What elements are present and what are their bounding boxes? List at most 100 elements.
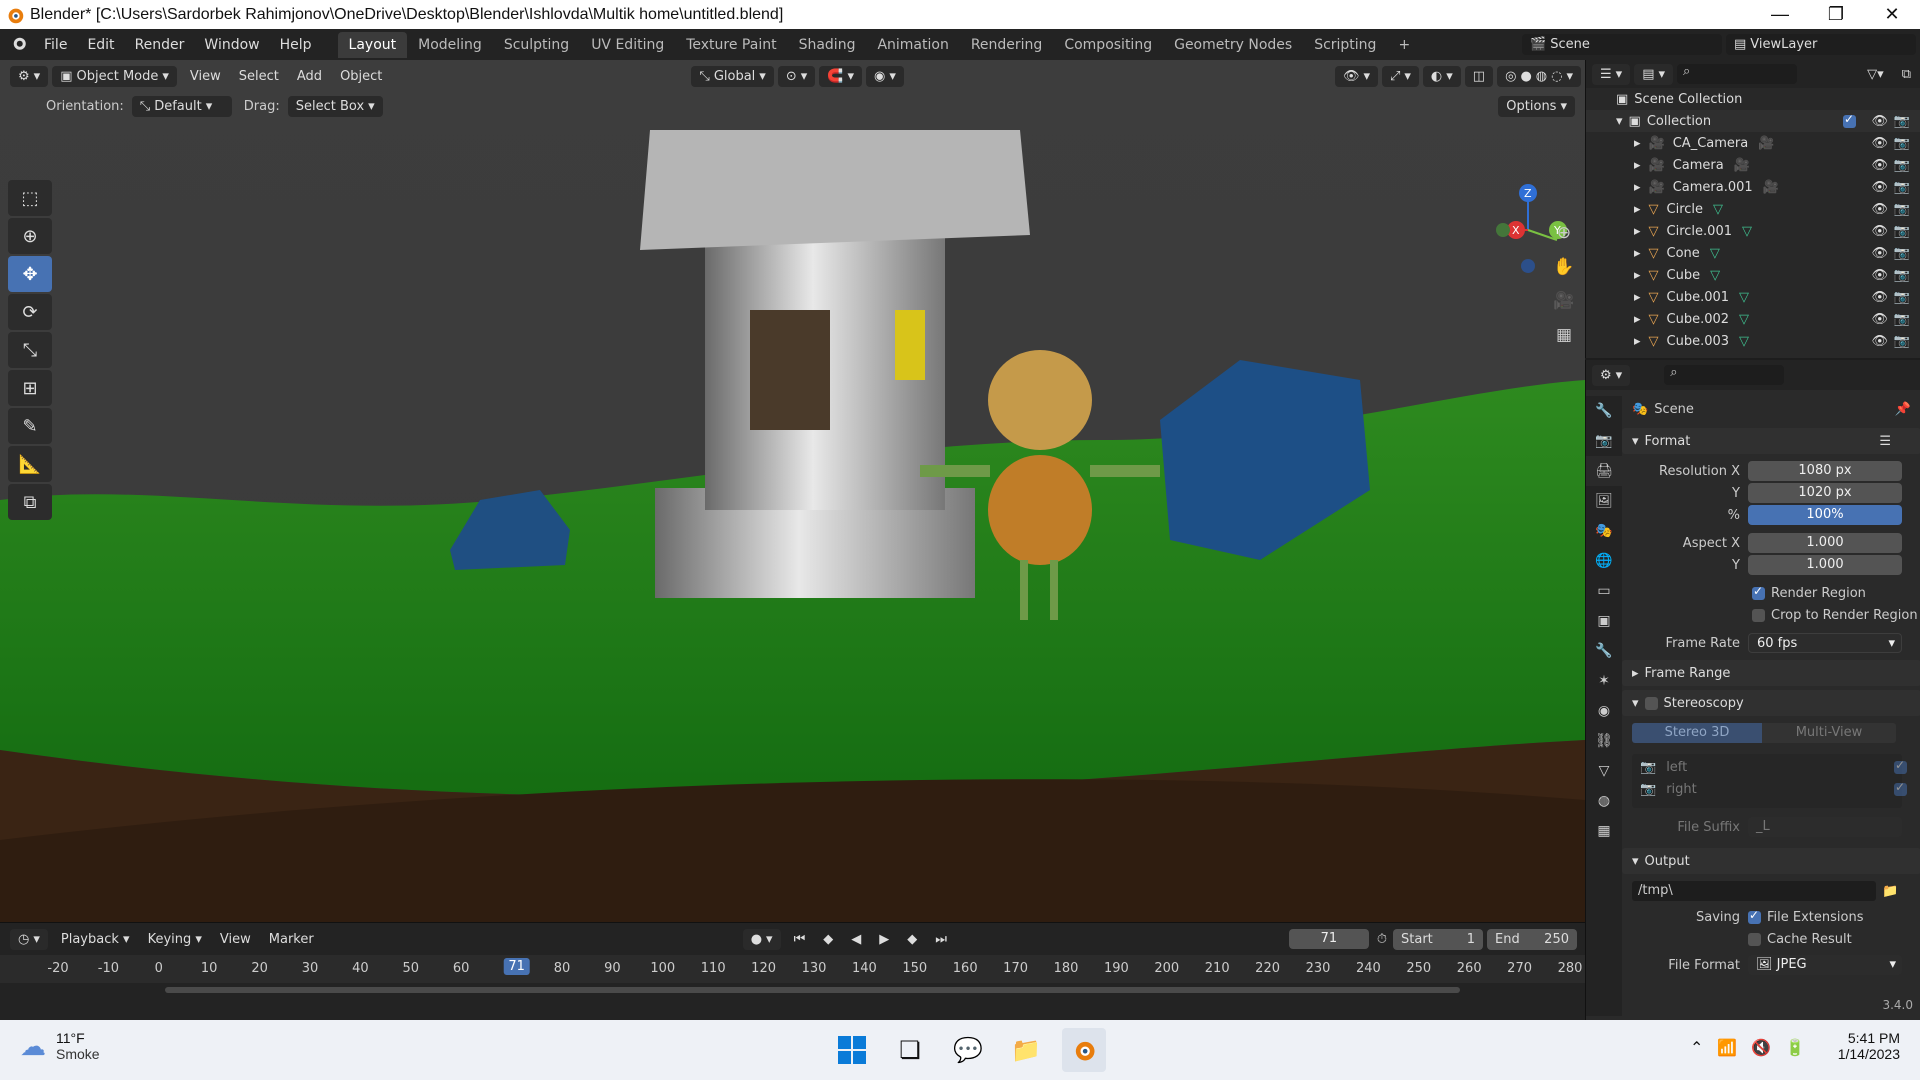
drag-dropdown[interactable]: Select Box ▾ xyxy=(287,95,383,117)
editor-type-button[interactable]: ⚙ ▾ xyxy=(10,65,49,87)
close-button[interactable]: ✕ xyxy=(1864,0,1920,29)
outliner-scene-collection[interactable]: ▣ Scene Collection xyxy=(1586,88,1920,110)
physics-tab-icon[interactable]: ◉ xyxy=(1586,696,1622,726)
view-right-row[interactable]: 📷 right xyxy=(1632,778,1920,800)
workspace-tab-scripting[interactable]: Scripting xyxy=(1303,32,1387,58)
workspace-tab-modeling[interactable]: Modeling xyxy=(407,32,493,58)
expand-chevron-icon[interactable]: ▸ xyxy=(1634,180,1641,195)
proportional-editing-toggle[interactable]: ◉ ▾ xyxy=(865,65,904,87)
file-suffix-field[interactable]: _L xyxy=(1748,817,1902,837)
visibility-eye-icon[interactable]: 👁 xyxy=(1871,334,1888,349)
expand-chevron-icon[interactable]: ▸ xyxy=(1634,334,1641,349)
start-frame-field[interactable]: Start 1 xyxy=(1393,928,1483,950)
add-cube-tool[interactable]: ⧉ xyxy=(8,484,52,520)
render-region-checkbox[interactable] xyxy=(1752,584,1765,600)
timeline-scrollbar[interactable] xyxy=(165,987,1460,993)
xray-toggle[interactable]: ◫ xyxy=(1464,65,1494,87)
expand-chevron-icon[interactable]: ▸ xyxy=(1634,158,1641,173)
timeline-menu-view[interactable]: View xyxy=(211,929,260,950)
cache-result-checkbox[interactable] xyxy=(1748,932,1761,946)
frame-rate-dropdown[interactable]: 60 fps ▾ xyxy=(1748,633,1902,653)
file-format-dropdown[interactable]: 🖼 JPEG ▾ xyxy=(1748,955,1902,975)
prev-keyframe-button[interactable]: ◆ xyxy=(814,929,842,950)
snap-toggle[interactable]: 🧲 ▾ xyxy=(819,65,862,87)
camera-view-button[interactable]: 🎥 xyxy=(1548,286,1580,316)
output-path-field[interactable]: /tmp\ xyxy=(1632,881,1876,901)
viewport-menu-view[interactable]: View xyxy=(181,66,230,87)
pin-icon[interactable]: 📌 xyxy=(1895,402,1911,417)
resolution-x-field[interactable]: 1080 px xyxy=(1748,461,1902,481)
render-camera-icon[interactable]: 📷 xyxy=(1894,290,1910,305)
visibility-eye-icon[interactable]: 👁 xyxy=(1871,224,1888,239)
collection-tab-icon[interactable]: ▭ xyxy=(1586,576,1622,606)
play-reverse-button[interactable]: ◀ xyxy=(842,929,870,950)
outliner-object-row[interactable]: ▸ 🎥 Camera 🎥 👁 📷 xyxy=(1586,154,1920,176)
visibility-eye-icon[interactable]: 👁 xyxy=(1871,290,1888,305)
outliner-object-row[interactable]: ▸ 🎥 Camera.001 🎥 👁 📷 xyxy=(1586,176,1920,198)
outliner-display-mode[interactable]: ▤ ▾ xyxy=(1634,63,1674,85)
data-tab-icon[interactable]: ▽ xyxy=(1586,756,1622,786)
material-tab-icon[interactable]: ◍ xyxy=(1586,786,1622,816)
menu-edit[interactable]: Edit xyxy=(77,37,124,53)
folder-icon[interactable]: 📁 xyxy=(1882,884,1898,899)
menu-file[interactable]: File xyxy=(34,37,77,53)
scene-tab-icon[interactable]: 🎭 xyxy=(1586,516,1622,546)
visibility-dropdown[interactable]: 👁 ▾ xyxy=(1334,65,1378,87)
output-panel-header[interactable]: ▾ Output xyxy=(1622,848,1920,874)
add-workspace-icon[interactable]: + xyxy=(1387,32,1421,58)
new-collection-button[interactable]: ⧉ xyxy=(1893,64,1920,85)
aspect-y-field[interactable]: 1.000 xyxy=(1748,555,1902,575)
aspect-x-field[interactable]: 1.000 xyxy=(1748,533,1902,553)
crop-region-row[interactable]: Crop to Render Region xyxy=(1622,604,1920,626)
world-tab-icon[interactable]: 🌐 xyxy=(1586,546,1622,576)
visibility-eye-icon[interactable]: 👁 xyxy=(1871,246,1888,261)
view-left-row[interactable]: 📷 left xyxy=(1632,756,1920,778)
collection-checkbox[interactable] xyxy=(1843,112,1856,128)
modifier-tab-icon[interactable]: 🔧 xyxy=(1586,636,1622,666)
options-dropdown[interactable]: Options ▾ xyxy=(1498,95,1575,117)
tray-overflow-icon[interactable]: ⌃ xyxy=(1690,1038,1703,1058)
tool-tab-icon[interactable]: 🔧 xyxy=(1586,396,1622,426)
render-camera-icon[interactable]: 📷 xyxy=(1894,334,1910,349)
rotate-tool[interactable]: ⟳ xyxy=(8,294,52,330)
playhead-frame-indicator[interactable]: 71 xyxy=(503,958,530,975)
workspace-tab-texture-paint[interactable]: Texture Paint xyxy=(675,32,787,58)
outliner-object-row[interactable]: ▸ 🎥 CA_Camera 🎥 👁 📷 xyxy=(1586,132,1920,154)
texture-tab-icon[interactable]: ▦ xyxy=(1586,816,1622,846)
stopwatch-icon[interactable]: ⏱ xyxy=(1377,932,1387,947)
weather-widget[interactable]: ☁ 11°F Smoke xyxy=(20,1030,100,1062)
wifi-icon[interactable]: 📶 xyxy=(1717,1038,1737,1058)
viewlayer-selector[interactable]: ▤ ViewLayer xyxy=(1726,34,1916,55)
constraints-tab-icon[interactable]: ⛓ xyxy=(1586,726,1622,756)
expand-chevron-icon[interactable]: ▸ xyxy=(1634,224,1641,239)
timeline-editor-type[interactable]: ◷ ▾ xyxy=(10,928,48,950)
overlay-toggle[interactable]: ◐ ▾ xyxy=(1422,65,1461,87)
visibility-eye-icon[interactable]: 👁 xyxy=(1871,136,1888,151)
play-button[interactable]: ▶ xyxy=(870,929,898,950)
outliner-object-row[interactable]: ▸ ▽ Circle.001 ▽ 👁 📷 xyxy=(1586,220,1920,242)
select-box-tool[interactable]: ⬚ xyxy=(8,180,52,216)
outliner-search[interactable]: ⌕ xyxy=(1677,64,1798,84)
expand-chevron-icon[interactable]: ▸ xyxy=(1634,290,1641,305)
stereoscopy-panel-header[interactable]: ▾ Stereoscopy xyxy=(1622,690,1920,716)
format-panel-header[interactable]: ▾ Format ☰ xyxy=(1622,428,1920,454)
frame-range-panel-header[interactable]: ▸ Frame Range xyxy=(1622,660,1920,686)
viewport-menu-object[interactable]: Object xyxy=(331,66,391,87)
task-view-button[interactable]: ❏ xyxy=(888,1028,932,1072)
menu-help[interactable]: Help xyxy=(270,37,322,53)
render-camera-icon[interactable]: 📷 xyxy=(1894,158,1910,173)
object-mode-dropdown[interactable]: ▣ Object Mode ▾ xyxy=(52,65,177,87)
end-frame-field[interactable]: End 250 xyxy=(1487,928,1577,950)
outliner-object-row[interactable]: ▸ ▽ Cube ▽ 👁 📷 xyxy=(1586,264,1920,286)
orientation-dropdown[interactable]: ⤡ Default ▾ xyxy=(131,95,232,117)
expand-chevron-icon[interactable]: ▸ xyxy=(1634,268,1641,283)
menu-render[interactable]: Render xyxy=(125,37,195,53)
chat-button[interactable]: 💬 xyxy=(946,1028,990,1072)
scene-selector[interactable]: 🎬 Scene xyxy=(1522,34,1722,55)
jump-start-button[interactable]: ⏮ xyxy=(785,929,815,950)
stereo-3d-tab[interactable]: Stereo 3D xyxy=(1632,723,1762,743)
next-keyframe-button[interactable]: ◆ xyxy=(898,929,926,950)
stereoscopy-checkbox[interactable] xyxy=(1644,696,1658,710)
shading-mode-buttons[interactable]: ◎ ● ◍ ◌ ▾ xyxy=(1497,65,1581,87)
render-camera-icon[interactable]: 📷 xyxy=(1894,114,1910,129)
